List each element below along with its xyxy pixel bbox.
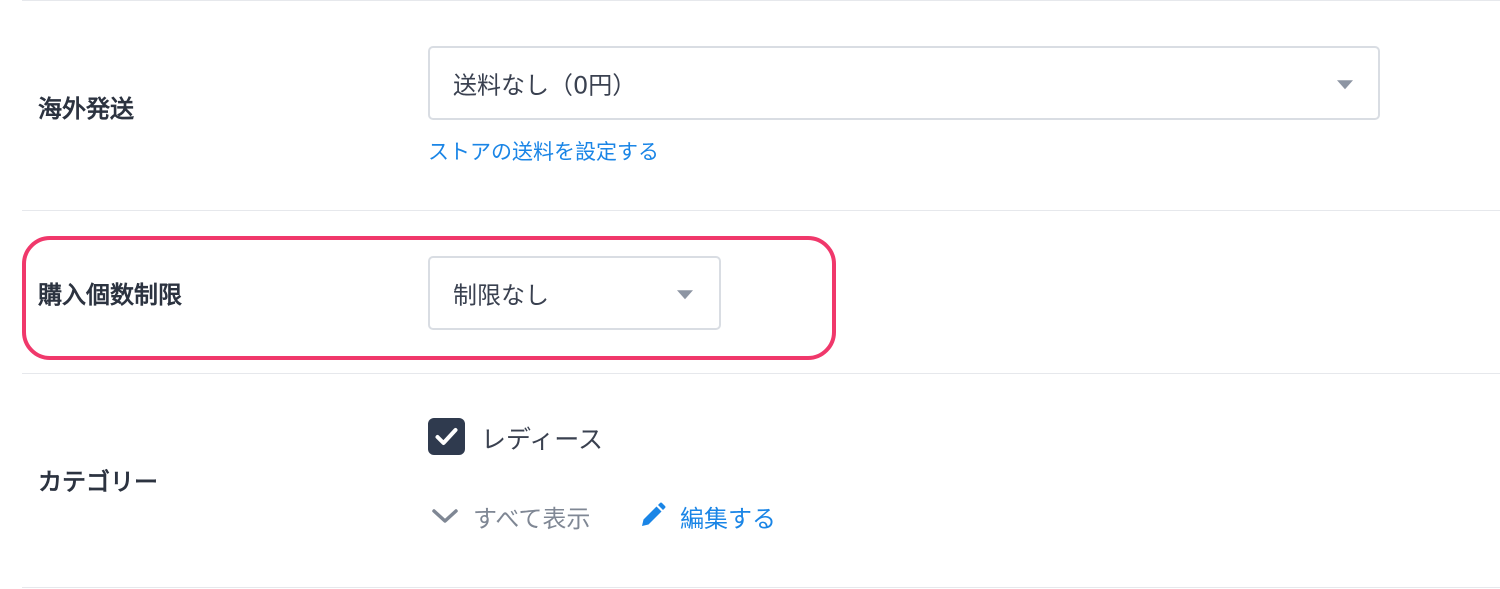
purchase-limit-select-value: 制限なし bbox=[453, 281, 549, 310]
overseas-shipping-label: 海外発送 bbox=[38, 95, 134, 123]
edit-category-button[interactable]: 編集する bbox=[638, 500, 776, 533]
overseas-shipping-select-value: 送料なし（0円） bbox=[453, 71, 637, 100]
show-all-label: すべて表示 bbox=[473, 504, 591, 533]
caret-down-icon bbox=[1337, 80, 1353, 90]
edit-label: 編集する bbox=[680, 504, 776, 533]
category-label: カテゴリー bbox=[38, 468, 158, 496]
overseas-shipping-select[interactable]: 送料なし（0円） bbox=[428, 46, 1380, 120]
caret-down-icon bbox=[677, 290, 693, 300]
show-all-button[interactable]: すべて表示 bbox=[431, 500, 591, 533]
purchase-limit-label: 購入個数制限 bbox=[38, 281, 182, 309]
divider-2 bbox=[22, 373, 1500, 374]
store-shipping-settings-link[interactable]: ストアの送料を設定する bbox=[428, 136, 659, 166]
divider-top bbox=[22, 0, 1500, 1]
ladies-checkbox[interactable] bbox=[428, 418, 465, 455]
ladies-checkbox-label: レディース bbox=[481, 425, 604, 454]
check-icon bbox=[435, 428, 458, 445]
purchase-limit-select[interactable]: 制限なし bbox=[428, 256, 721, 330]
pencil-icon bbox=[642, 502, 666, 526]
divider-1 bbox=[22, 210, 1500, 211]
chevron-down-icon bbox=[432, 509, 458, 523]
divider-bottom bbox=[22, 587, 1500, 588]
